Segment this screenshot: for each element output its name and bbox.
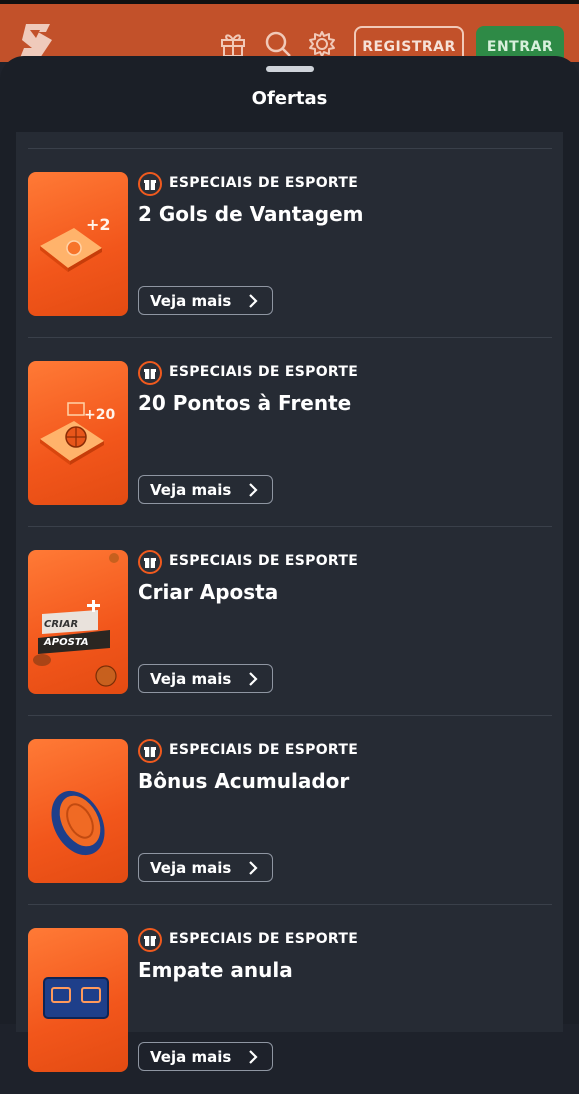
- scoreboard-icon: [43, 977, 109, 1019]
- gift-icon[interactable]: [219, 30, 247, 58]
- drag-handle[interactable]: [266, 66, 314, 72]
- see-more-button[interactable]: Veja mais: [138, 1042, 273, 1071]
- see-more-label: Veja mais: [150, 669, 232, 688]
- see-more-button[interactable]: Veja mais: [138, 664, 273, 693]
- svg-text:+20: +20: [84, 407, 115, 423]
- search-icon[interactable]: [264, 30, 292, 58]
- offer-thumbnail[interactable]: [28, 928, 128, 1072]
- see-more-label: Veja mais: [150, 480, 232, 499]
- sport-specials-icon: [138, 550, 162, 574]
- see-more-label: Veja mais: [150, 1047, 232, 1066]
- top-bar: REGISTRAR ENTRAR: [0, 0, 579, 68]
- offer-category: ESPECIAIS DE ESPORTE: [169, 175, 359, 191]
- offer-title: Empate anula: [138, 958, 293, 982]
- see-more-button[interactable]: Veja mais: [138, 853, 273, 882]
- offer-title: Criar Aposta: [138, 580, 279, 604]
- divider: [28, 904, 552, 905]
- sport-specials-icon: [138, 361, 162, 385]
- chevron-right-icon: [249, 672, 258, 686]
- offer-thumbnail[interactable]: CRIAR APOSTA: [28, 550, 128, 694]
- offer-category: ESPECIAIS DE ESPORTE: [169, 931, 359, 947]
- offer-category: ESPECIAIS DE ESPORTE: [169, 553, 359, 569]
- divider: [28, 337, 552, 338]
- offer-card[interactable]: ESPECIAIS DE ESPORTE Bônus Acumulador Ve…: [16, 717, 563, 905]
- offer-card[interactable]: +20 ESPECIAIS DE ESPORTE 20 Pontos à Fre…: [16, 339, 563, 527]
- sport-specials-icon: [138, 172, 162, 196]
- see-more-label: Veja mais: [150, 291, 232, 310]
- see-more-button[interactable]: Veja mais: [138, 475, 273, 504]
- offer-card[interactable]: ESPECIAIS DE ESPORTE Empate anula Veja m…: [16, 906, 563, 1094]
- chevron-right-icon: [249, 294, 258, 308]
- offers-sheet: Ofertas +2 ESPECIAIS DE ESPORTE 2 Gols d…: [0, 56, 579, 1072]
- criar-aposta-icon: CRIAR APOSTA: [33, 553, 119, 687]
- svg-text:CRIAR: CRIAR: [44, 619, 78, 630]
- offer-title: Bônus Acumulador: [138, 769, 350, 793]
- divider: [28, 715, 552, 716]
- divider: [28, 148, 552, 149]
- offer-thumbnail[interactable]: +2: [28, 172, 128, 316]
- offer-category: ESPECIAIS DE ESPORTE: [169, 364, 359, 380]
- logo-icon[interactable]: [16, 22, 56, 60]
- chevron-right-icon: [249, 861, 258, 875]
- svg-text:+2: +2: [86, 215, 111, 234]
- offer-category: ESPECIAIS DE ESPORTE: [169, 742, 359, 758]
- see-more-button[interactable]: Veja mais: [138, 286, 273, 315]
- sport-specials-icon: [138, 928, 162, 952]
- coin-icon: [51, 790, 105, 856]
- basketball-plus-20-icon: +20: [40, 402, 115, 465]
- chevron-right-icon: [249, 1050, 258, 1064]
- sheet-title: Ofertas: [251, 88, 328, 109]
- chevron-right-icon: [249, 483, 258, 497]
- offer-title: 2 Gols de Vantagem: [138, 202, 364, 226]
- svg-text:APOSTA: APOSTA: [43, 637, 89, 648]
- soccer-plus-2-icon: +2: [40, 215, 111, 272]
- offer-card[interactable]: CRIAR APOSTA ESPECIAIS DE ESPORTE Criar …: [16, 528, 563, 716]
- offer-thumbnail[interactable]: [28, 739, 128, 883]
- sport-specials-icon: [138, 739, 162, 763]
- gear-icon[interactable]: [308, 30, 336, 58]
- offer-card[interactable]: +2 ESPECIAIS DE ESPORTE 2 Gols de Vantag…: [16, 150, 563, 338]
- offers-list[interactable]: +2 ESPECIAIS DE ESPORTE 2 Gols de Vantag…: [16, 132, 563, 1072]
- offer-thumbnail[interactable]: +20: [28, 361, 128, 505]
- divider: [28, 526, 552, 527]
- offer-title: 20 Pontos à Frente: [138, 391, 352, 415]
- see-more-label: Veja mais: [150, 858, 232, 877]
